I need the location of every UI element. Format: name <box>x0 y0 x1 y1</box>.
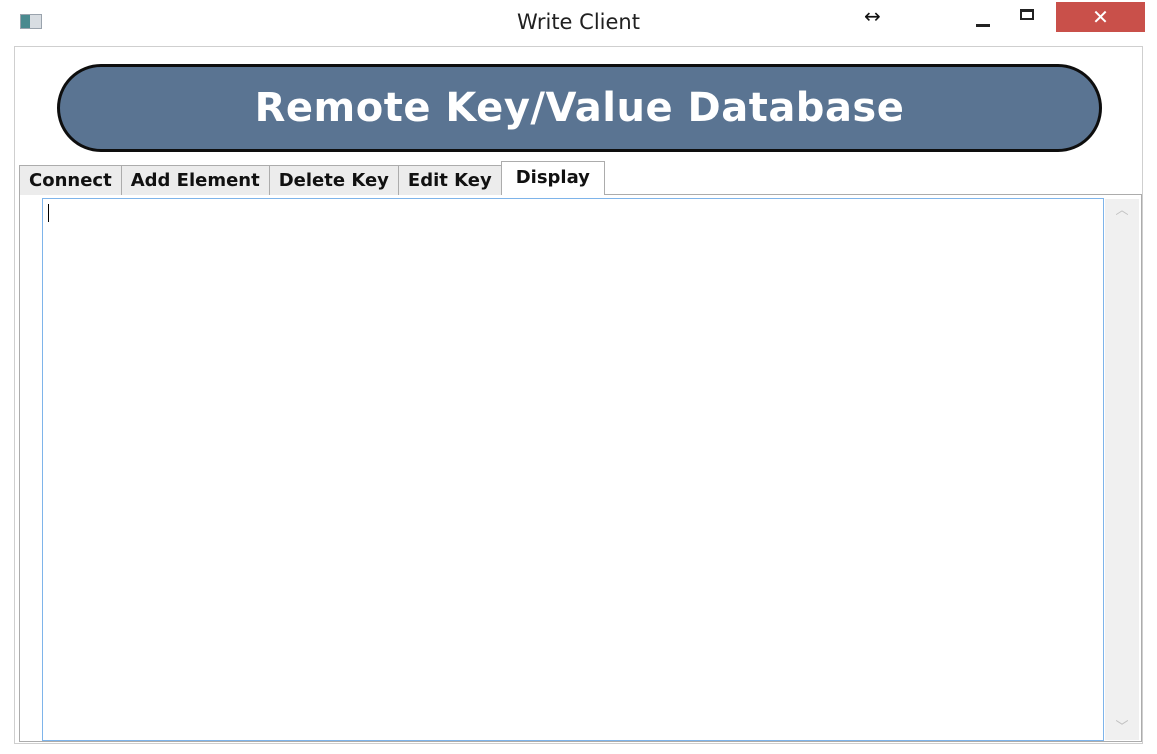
scroll-up-arrow-icon[interactable]: ︿ <box>1105 199 1139 223</box>
tab-delete-key[interactable]: Delete Key <box>268 165 399 195</box>
maximize-button[interactable] <box>1008 4 1048 32</box>
app-window: Write Client ↔ ✕ Remote Key/Value Databa… <box>0 0 1157 754</box>
database-banner: Remote Key/Value Database <box>57 64 1102 152</box>
vertical-scrollbar[interactable]: ︿ ﹀ <box>1105 199 1139 740</box>
text-caret <box>48 204 49 222</box>
close-button[interactable]: ✕ <box>1056 2 1145 32</box>
title-bar[interactable]: Write Client ↔ ✕ <box>0 0 1157 46</box>
resize-cursor-icon: ↔ <box>864 4 881 28</box>
scroll-down-arrow-icon[interactable]: ﹀ <box>1105 716 1139 740</box>
display-textbox[interactable] <box>42 198 1104 741</box>
minimize-button[interactable] <box>962 4 1002 32</box>
tab-display[interactable]: Display <box>500 161 605 195</box>
tab-add-element[interactable]: Add Element <box>120 165 270 195</box>
banner-title: Remote Key/Value Database <box>254 85 905 131</box>
tab-edit-key[interactable]: Edit Key <box>397 165 502 195</box>
close-icon: ✕ <box>1092 5 1109 29</box>
tab-connect[interactable]: Connect <box>19 165 122 195</box>
tab-strip: Connect Add Element Delete Key Edit Key … <box>19 161 605 195</box>
